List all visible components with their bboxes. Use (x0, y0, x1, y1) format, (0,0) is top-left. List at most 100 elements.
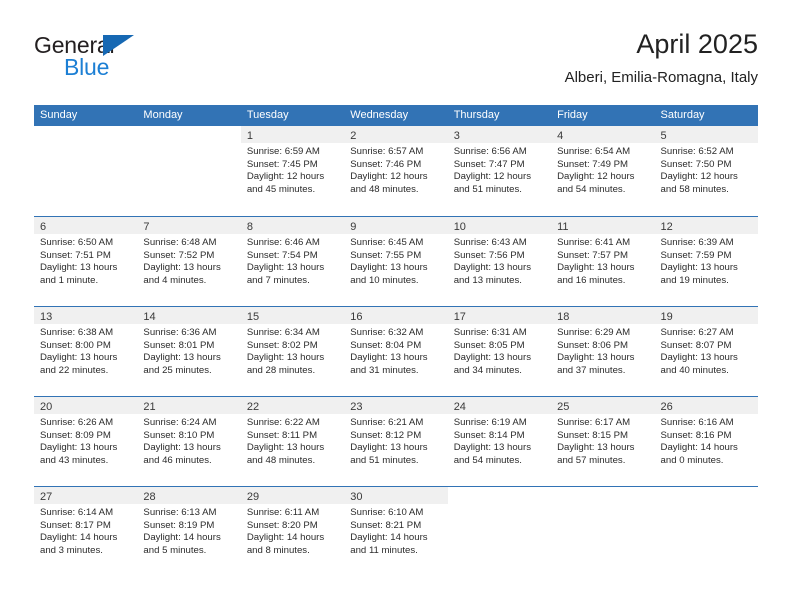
calendar-day-cell[interactable]: 22 Sunrise: 6:22 AM Sunset: 8:11 PM Dayligh… (240, 397, 345, 486)
calendar-day-cell[interactable]: 13 Sunrise: 6:38 AM Sunset: 8:00 PM Dayligh… (34, 307, 138, 396)
day-details: Sunrise: 6:52 AM Sunset: 7:50 PM Daylight:… (655, 143, 758, 196)
daylight-text: Daylight: 13 hours and 7 minutes. (246, 262, 325, 286)
calendar-day-cell[interactable]: 10 Sunrise: 6:43 AM Sunset: 7:56 PM Dayligh… (447, 217, 552, 306)
calendar-day-cell[interactable]: 18 Sunrise: 6:29 AM Sunset: 8:06 PM Dayligh… (551, 307, 655, 396)
day-number-strip: 19 (654, 307, 758, 324)
day-number-strip: 28 (137, 487, 241, 504)
location-subtitle: Alberi, Emilia-Romagna, Italy (564, 69, 758, 86)
day-details: Sunrise: 6:29 AM Sunset: 8:06 PM Daylight:… (551, 324, 654, 377)
calendar-empty-cell (654, 487, 758, 576)
sunset-text: Sunset: 8:11 PM (246, 429, 318, 441)
day-number-strip: 23 (344, 397, 448, 414)
day-number-strip: 2 (344, 126, 448, 143)
sunrise-text: Sunrise: 6:54 AM (557, 146, 631, 157)
day-number-strip: 24 (447, 397, 552, 414)
sunset-text: Sunset: 8:17 PM (40, 519, 111, 531)
calendar-day-cell[interactable]: 5 Sunrise: 6:52 AM Sunset: 7:50 PM Daylight… (654, 126, 758, 216)
calendar-day-cell[interactable]: 1 Sunrise: 6:59 AM Sunset: 7:45 PM Daylight… (240, 126, 345, 216)
sunrise-text: Sunrise: 6:10 AM (350, 507, 424, 518)
day-details: Sunrise: 6:27 AM Sunset: 8:07 PM Daylight:… (655, 324, 758, 377)
calendar-day-cell[interactable]: 27 Sunrise: 6:14 AM Sunset: 8:17 PM Dayligh… (34, 487, 138, 576)
daylight-text: Daylight: 13 hours and 4 minutes. (143, 262, 221, 286)
sunrise-text: Sunrise: 6:43 AM (453, 237, 527, 248)
daylight-text: Daylight: 13 hours and 31 minutes. (350, 352, 428, 376)
day-details: Sunrise: 6:46 AM Sunset: 7:54 PM Daylight:… (241, 234, 344, 287)
calendar-day-cell[interactable]: 9 Sunrise: 6:45 AM Sunset: 7:55 PM Daylight… (344, 217, 448, 306)
day-number: 27 (40, 491, 53, 503)
weekday-header-wednesday: Wednesday (350, 109, 409, 121)
calendar-day-cell[interactable]: 16 Sunrise: 6:32 AM Sunset: 8:04 PM Dayligh… (344, 307, 448, 396)
day-details: Sunrise: 6:41 AM Sunset: 7:57 PM Daylight:… (551, 234, 654, 287)
day-number-strip: 15 (240, 307, 345, 324)
day-details: Sunrise: 6:43 AM Sunset: 7:56 PM Daylight:… (448, 234, 551, 287)
calendar-day-cell[interactable]: 15 Sunrise: 6:34 AM Sunset: 8:02 PM Dayligh… (240, 307, 345, 396)
calendar-day-cell[interactable]: 19 Sunrise: 6:27 AM Sunset: 8:07 PM Dayligh… (654, 307, 758, 396)
day-details: Sunrise: 6:10 AM Sunset: 8:21 PM Daylight:… (344, 504, 447, 557)
sunrise-text: Sunrise: 6:24 AM (143, 417, 217, 428)
day-number-strip: 26 (654, 397, 758, 414)
day-number-strip: 9 (344, 217, 448, 234)
calendar-day-cell[interactable]: 21 Sunrise: 6:24 AM Sunset: 8:10 PM Dayligh… (137, 397, 241, 486)
day-details: Sunrise: 6:39 AM Sunset: 7:59 PM Daylight:… (655, 234, 758, 287)
calendar-day-cell[interactable]: 30 Sunrise: 6:10 AM Sunset: 8:21 PM Dayligh… (344, 487, 448, 576)
day-number-strip: 7 (137, 217, 241, 234)
sunset-text: Sunset: 8:10 PM (143, 429, 215, 441)
day-number: 22 (246, 401, 260, 413)
daylight-text: Daylight: 14 hours and 8 minutes. (246, 532, 325, 556)
day-number-strip: 21 (137, 397, 241, 414)
day-number-strip: 12 (654, 217, 758, 234)
calendar-day-cell[interactable]: 11 Sunrise: 6:41 AM Sunset: 7:57 PM Dayligh… (551, 217, 655, 306)
day-number: 1 (246, 130, 253, 142)
sunrise-text: Sunrise: 6:56 AM (453, 146, 527, 157)
sunset-text: Sunset: 8:04 PM (350, 339, 422, 351)
calendar-week-row: 20 Sunrise: 6:26 AM Sunset: 8:09 PM Dayligh… (34, 396, 758, 486)
sunrise-text: Sunrise: 6:21 AM (350, 417, 424, 428)
day-number: 25 (557, 401, 570, 413)
sunrise-text: Sunrise: 6:52 AM (660, 146, 734, 157)
day-number-strip: 3 (447, 126, 552, 143)
day-number: 14 (143, 311, 156, 323)
calendar-week-row: 6 Sunrise: 6:50 AM Sunset: 7:51 PM Daylight… (34, 216, 758, 306)
generalblue-logo[interactable]: General Blue (34, 32, 214, 92)
sunset-text: Sunset: 8:00 PM (40, 339, 111, 351)
sunrise-text: Sunrise: 6:29 AM (557, 327, 631, 338)
calendar-day-cell[interactable]: 7 Sunrise: 6:48 AM Sunset: 7:52 PM Daylight… (137, 217, 241, 306)
logo-triangle-icon (103, 35, 134, 56)
calendar-day-cell[interactable]: 23 Sunrise: 6:21 AM Sunset: 8:12 PM Dayligh… (344, 397, 448, 486)
calendar-empty-cell (447, 487, 552, 576)
sunset-text: Sunset: 7:51 PM (40, 249, 111, 261)
day-number: 3 (453, 130, 460, 142)
calendar-day-cell[interactable]: 29 Sunrise: 6:11 AM Sunset: 8:20 PM Dayligh… (240, 487, 345, 576)
day-details: Sunrise: 6:21 AM Sunset: 8:12 PM Daylight:… (344, 414, 447, 467)
sunrise-text: Sunrise: 6:39 AM (660, 237, 734, 248)
calendar-day-cell[interactable]: 24 Sunrise: 6:19 AM Sunset: 8:14 PM Dayligh… (447, 397, 552, 486)
day-number: 17 (453, 311, 466, 323)
sunset-text: Sunset: 7:55 PM (350, 249, 422, 261)
calendar-day-cell[interactable]: 28 Sunrise: 6:13 AM Sunset: 8:19 PM Dayligh… (137, 487, 241, 576)
daylight-text: Daylight: 13 hours and 10 minutes. (350, 262, 428, 286)
calendar-day-cell[interactable]: 6 Sunrise: 6:50 AM Sunset: 7:51 PM Daylight… (34, 217, 138, 306)
calendar-day-cell[interactable]: 2 Sunrise: 6:57 AM Sunset: 7:46 PM Daylight… (344, 126, 448, 216)
calendar-day-cell[interactable]: 17 Sunrise: 6:31 AM Sunset: 8:05 PM Dayligh… (447, 307, 552, 396)
calendar-empty-cell (34, 126, 138, 216)
daylight-text: Daylight: 13 hours and 40 minutes. (660, 352, 738, 376)
calendar-day-cell[interactable]: 20 Sunrise: 6:26 AM Sunset: 8:09 PM Dayligh… (34, 397, 138, 486)
day-number: 29 (246, 491, 260, 503)
sunset-text: Sunset: 7:52 PM (143, 249, 215, 261)
day-number-strip: 14 (137, 307, 241, 324)
calendar-day-cell[interactable]: 14 Sunrise: 6:36 AM Sunset: 8:01 PM Dayligh… (137, 307, 241, 396)
calendar-day-cell[interactable]: 4 Sunrise: 6:54 AM Sunset: 7:49 PM Daylight… (551, 126, 655, 216)
daylight-text: Daylight: 13 hours and 48 minutes. (246, 442, 325, 466)
calendar-day-cell[interactable]: 12 Sunrise: 6:39 AM Sunset: 7:59 PM Dayligh… (654, 217, 758, 306)
calendar-day-cell[interactable]: 8 Sunrise: 6:46 AM Sunset: 7:54 PM Daylight… (240, 217, 345, 306)
day-number-strip (447, 487, 552, 504)
page-header: General Blue April 2025 Alberi, Emilia-R… (34, 28, 758, 98)
calendar-day-cell[interactable]: 25 Sunrise: 6:17 AM Sunset: 8:15 PM Dayligh… (551, 397, 655, 486)
day-number-strip: 18 (551, 307, 655, 324)
day-number: 21 (143, 401, 156, 413)
weekday-header-saturday: Saturday (660, 109, 705, 121)
calendar-day-cell[interactable]: 26 Sunrise: 6:16 AM Sunset: 8:16 PM Dayligh… (654, 397, 758, 486)
day-details: Sunrise: 6:36 AM Sunset: 8:01 PM Daylight:… (137, 324, 240, 377)
day-number: 24 (453, 401, 466, 413)
calendar-day-cell[interactable]: 3 Sunrise: 6:56 AM Sunset: 7:47 PM Daylight… (447, 126, 552, 216)
